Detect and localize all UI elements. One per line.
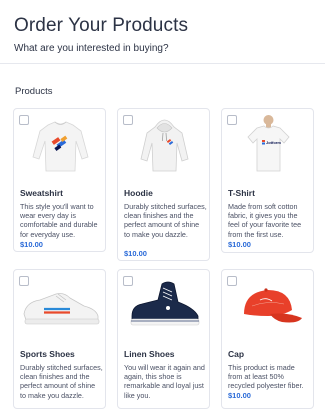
product-name: T-Shirt [228, 188, 255, 198]
product-checkbox[interactable] [123, 276, 133, 286]
product-description: You will wear it again and again, this s… [124, 363, 205, 400]
form-header: Order Your Products What are you interes… [0, 0, 325, 64]
product-description: Durably stitched surfaces, clean finishe… [124, 202, 207, 239]
product-checkbox[interactable] [19, 115, 29, 125]
product-description: Made from soft cotton fabric, it gives y… [228, 202, 302, 239]
product-checkbox[interactable] [123, 115, 133, 125]
product-name: Hoodie [124, 188, 153, 198]
product-price: $10.00 [124, 249, 147, 258]
product-checkbox[interactable] [19, 276, 29, 286]
product-checkbox[interactable] [227, 276, 237, 286]
page-title: Order Your Products [14, 15, 189, 36]
tshirt-logo-text: Jotform [266, 140, 281, 145]
products-label: Products [15, 86, 53, 97]
product-checkbox[interactable] [227, 115, 237, 125]
product-card-sweatshirt[interactable]: Sweatshirt This style you'll want to wea… [13, 108, 106, 252]
product-price: $10.00 [228, 240, 251, 249]
product-card-sports-shoes[interactable]: Sports Shoes Durably stitched surfaces, … [13, 269, 106, 409]
product-card-cap[interactable]: Cap This product is made from at least 5… [221, 269, 314, 409]
product-name: Sweatshirt [20, 188, 63, 198]
product-description: This product is made from at least 50% r… [228, 363, 304, 391]
product-card-hoodie[interactable]: Hoodie Durably stitched surfaces, clean … [117, 108, 210, 261]
product-price: $10.00 [20, 240, 43, 249]
product-name: Cap [228, 349, 245, 359]
product-description: Durably stitched surfaces, clean finishe… [20, 363, 103, 400]
product-card-linen-shoes[interactable]: Linen Shoes You will wear it again and a… [117, 269, 210, 409]
product-name: Linen Shoes [124, 349, 175, 359]
product-card-tshirt[interactable]: Jotform T-Shirt Made from soft cotton fa… [221, 108, 314, 253]
product-description: This style you'll want to wear every day… [20, 202, 98, 239]
product-price: $10.00 [228, 391, 251, 400]
page-subtitle: What are you interested in buying? [14, 43, 169, 54]
product-name: Sports Shoes [20, 349, 75, 359]
